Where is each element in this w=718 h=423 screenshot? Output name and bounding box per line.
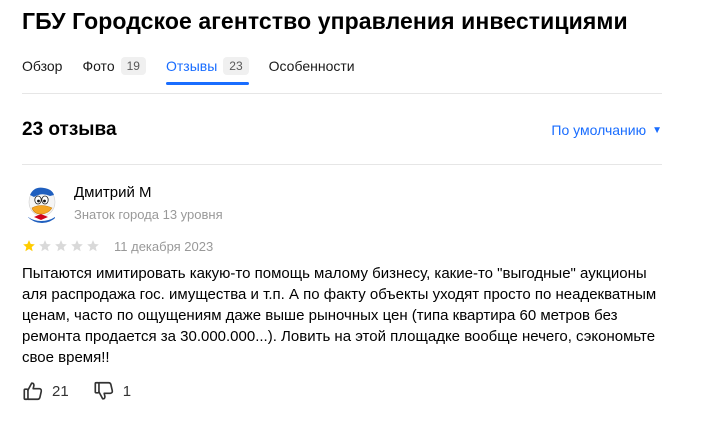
tab-label: Отзывы: [165, 58, 218, 74]
divider: [22, 93, 662, 94]
tab-bar: Обзор Фото 19 Отзывы 23 Особенности: [22, 55, 375, 85]
dislike-count: 1: [122, 382, 132, 400]
tab-reviews[interactable]: Отзывы 23: [165, 55, 249, 85]
dislike-button[interactable]: 1: [93, 380, 131, 402]
star-icon: [39, 240, 51, 252]
sort-label: По умолчанию: [551, 122, 647, 138]
tab-count-badge: 23: [223, 57, 249, 75]
star-icon: [87, 240, 99, 252]
avatar[interactable]: [22, 183, 62, 223]
page: ГБУ Городское агентство управления инвес…: [0, 0, 718, 423]
organization-title: ГБУ Городское агентство управления инвес…: [22, 8, 628, 34]
thumbs-down-icon: [94, 381, 113, 400]
caret-down-icon: ▼: [652, 124, 662, 136]
thumbs-up-icon: [23, 382, 43, 401]
tab-label: Фото: [82, 58, 115, 74]
star-icon: [71, 240, 83, 252]
tab-features[interactable]: Особенности: [269, 55, 355, 77]
star-icon: [55, 240, 67, 252]
review-reactions: 21 1: [22, 380, 155, 402]
author-name[interactable]: Дмитрий М: [74, 184, 151, 201]
sort-dropdown[interactable]: По умолчанию ▼: [551, 122, 662, 138]
rating-stars: [22, 239, 102, 253]
like-count: 21: [52, 382, 69, 400]
tab-overview[interactable]: Обзор: [22, 55, 62, 77]
tab-label: Обзор: [22, 58, 63, 74]
like-button[interactable]: 21: [22, 380, 69, 402]
author-level: Знаток города 13 уровня: [74, 207, 223, 222]
tab-count-badge: 19: [120, 57, 146, 75]
tab-label: Особенности: [268, 58, 355, 74]
divider: [22, 164, 662, 165]
reviews-count-title: 23 отзыва: [22, 119, 117, 140]
review-date: 11 декабря 2023: [114, 239, 214, 254]
review-text: Пытаются имитировать какую-то помощь мал…: [22, 265, 657, 366]
tab-photos[interactable]: Фото 19: [82, 55, 146, 77]
star-icon: [23, 240, 35, 252]
